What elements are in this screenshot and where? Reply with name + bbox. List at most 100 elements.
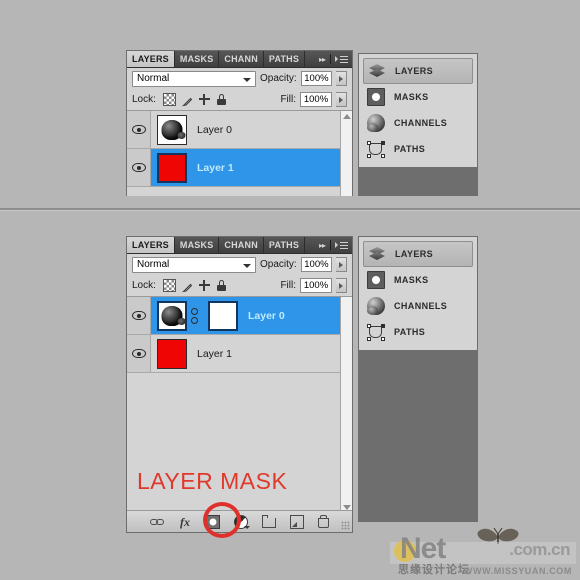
fill-stepper-top[interactable] xyxy=(336,92,347,107)
chevron-down-icon-blend-bottom xyxy=(243,263,251,268)
lock-position-icon-bottom[interactable] xyxy=(198,280,210,291)
lock-all-icon-top[interactable] xyxy=(216,94,227,105)
watermark-bar xyxy=(390,542,576,564)
panel-menu-triangle-icon-top xyxy=(335,56,338,62)
scroll-up-arrow-icon-top[interactable] xyxy=(343,114,351,119)
layer-thumbnail-bottom-1[interactable] xyxy=(157,338,187,369)
lock-transparent-pixels-icon-top[interactable] xyxy=(162,93,176,106)
blend-mode-row-top: Normal Opacity: 100% xyxy=(127,68,352,89)
sidebar-item-masks-top[interactable]: MASKS xyxy=(363,84,473,110)
new-group-icon[interactable] xyxy=(261,515,276,528)
layer-mask-thumbnail-bottom-0[interactable] xyxy=(208,300,238,331)
opacity-input-bottom[interactable]: 100% xyxy=(300,257,333,272)
fill-input-top[interactable]: 100% xyxy=(300,92,332,107)
blend-mode-select-bottom[interactable]: Normal xyxy=(132,256,256,273)
table-row[interactable]: Layer 0 xyxy=(127,297,352,335)
lock-label-top: Lock: xyxy=(132,94,156,105)
table-row[interactable]: Layer 0 xyxy=(127,111,352,149)
opacity-stepper-bottom[interactable] xyxy=(336,257,347,272)
layer-thumbnail-top-1[interactable] xyxy=(157,152,187,183)
sidebar-item-paths-bottom[interactable]: PATHS xyxy=(363,319,473,345)
collapse-arrows-icon-top[interactable]: ▸▸ xyxy=(316,51,328,67)
blend-mode-value-top: Normal xyxy=(137,73,170,84)
icon-dock-bottom: LAYERS MASKS CHANNELS PATHS xyxy=(358,236,478,522)
tab-separator-bottom xyxy=(330,240,331,250)
eye-icon xyxy=(131,125,146,134)
panel-menu-triangle-icon-bottom xyxy=(335,242,338,248)
layer-visibility-toggle-top-1[interactable] xyxy=(127,149,151,186)
lock-all-icon-bottom[interactable] xyxy=(216,280,227,291)
path-anchor-point xyxy=(367,337,371,341)
watermark-brand: Net xyxy=(400,532,446,565)
path-anchor-point xyxy=(381,141,385,145)
sidebar-item-channels-bottom[interactable]: CHANNELS xyxy=(363,293,473,319)
add-layer-style-icon[interactable]: fx xyxy=(178,515,192,529)
collapse-arrows-icon-bottom[interactable]: ▸▸ xyxy=(316,237,328,253)
path-anchor-point xyxy=(381,337,385,341)
opacity-label-top: Opacity: xyxy=(260,73,297,84)
sidebar-item-layers-top[interactable]: LAYERS xyxy=(363,58,473,84)
panel-menu-bars-icon-top xyxy=(340,55,348,63)
tab-masks-top[interactable]: MASKS xyxy=(175,51,220,67)
table-row[interactable]: Layer 1 xyxy=(127,335,352,373)
butterfly-icon xyxy=(477,527,519,544)
tab-layers-top[interactable]: LAYERS xyxy=(127,51,175,67)
tab-masks-bottom[interactable]: MASKS xyxy=(175,237,220,253)
lock-image-pixels-icon-top[interactable] xyxy=(181,94,193,107)
blend-mode-select-top[interactable]: Normal xyxy=(132,70,256,87)
layers-scrollbar-bottom[interactable] xyxy=(340,297,352,513)
sidebar-item-channels-top[interactable]: CHANNELS xyxy=(363,110,473,136)
path-anchor-point xyxy=(381,324,385,328)
new-layer-icon[interactable] xyxy=(290,514,304,529)
sidebar-item-label: MASKS xyxy=(394,275,429,285)
link-layers-icon[interactable] xyxy=(150,515,164,529)
stepper-triangle-icon-fill-bottom xyxy=(339,282,343,289)
eye-icon xyxy=(131,163,146,172)
layer-thumbnail-top-0[interactable] xyxy=(157,114,187,145)
tab-channels-bottom[interactable]: CHANN xyxy=(219,237,264,253)
lock-image-pixels-icon-bottom[interactable] xyxy=(181,280,193,293)
opacity-input-top[interactable]: 100% xyxy=(300,71,333,86)
panel-menu-icon-bottom[interactable] xyxy=(333,237,352,253)
layer-visibility-toggle-bottom-0[interactable] xyxy=(127,297,151,334)
watermark-dot xyxy=(394,540,416,562)
path-anchor-point xyxy=(367,324,371,328)
tab-bar-spacer-top xyxy=(305,51,316,67)
lock-label-bottom: Lock: xyxy=(132,280,156,291)
tab-layers-bottom[interactable]: LAYERS xyxy=(127,237,175,253)
sidebar-item-label: PATHS xyxy=(394,327,426,337)
layer-mask-link-icon[interactable] xyxy=(190,307,199,324)
paths-pen-icon xyxy=(367,323,385,341)
layer-name-bottom-0: Layer 0 xyxy=(248,309,285,322)
panel-tab-bar-bottom: LAYERS MASKS CHANN PATHS ▸▸ xyxy=(127,237,352,254)
sidebar-item-paths-top[interactable]: PATHS xyxy=(363,136,473,162)
sidebar-item-masks-bottom[interactable]: MASKS xyxy=(363,267,473,293)
path-anchor-point xyxy=(367,141,371,145)
tab-channels-top[interactable]: CHANN xyxy=(219,51,264,67)
panel-tab-bar-top: LAYERS MASKS CHANN PATHS ▸▸ xyxy=(127,51,352,68)
tab-paths-bottom[interactable]: PATHS xyxy=(264,237,306,253)
layer-visibility-toggle-bottom-1[interactable] xyxy=(127,335,151,372)
delete-layer-icon[interactable] xyxy=(318,515,329,528)
eye-icon xyxy=(131,311,146,320)
fill-input-bottom[interactable]: 100% xyxy=(300,278,332,293)
tab-paths-top[interactable]: PATHS xyxy=(264,51,306,67)
sidebar-item-label: CHANNELS xyxy=(394,118,448,128)
lock-position-icon-top[interactable] xyxy=(198,94,210,105)
layers-scrollbar-top[interactable] xyxy=(340,111,352,196)
layer-visibility-toggle-top-0[interactable] xyxy=(127,111,151,148)
layer-thumbnail-bottom-0[interactable] xyxy=(157,300,187,331)
resize-grip-icon[interactable] xyxy=(341,521,350,530)
sidebar-item-layers-bottom[interactable]: LAYERS xyxy=(363,241,473,267)
fill-label-top: Fill: xyxy=(280,94,296,105)
table-row[interactable]: Layer 1 xyxy=(127,149,352,187)
paths-pen-icon xyxy=(367,140,385,158)
watermark-domain: .com.cn xyxy=(509,540,570,559)
panel-menu-icon-top[interactable] xyxy=(333,51,352,67)
link-ring-right xyxy=(156,518,164,525)
lock-transparent-pixels-icon-bottom[interactable] xyxy=(162,279,176,292)
opacity-stepper-top[interactable] xyxy=(336,71,347,86)
fill-stepper-bottom[interactable] xyxy=(336,278,347,293)
watermark-url: WWW.MISSYUAN.COM xyxy=(463,566,572,576)
layer-thumbnail-art-bottom-0 xyxy=(161,305,185,326)
